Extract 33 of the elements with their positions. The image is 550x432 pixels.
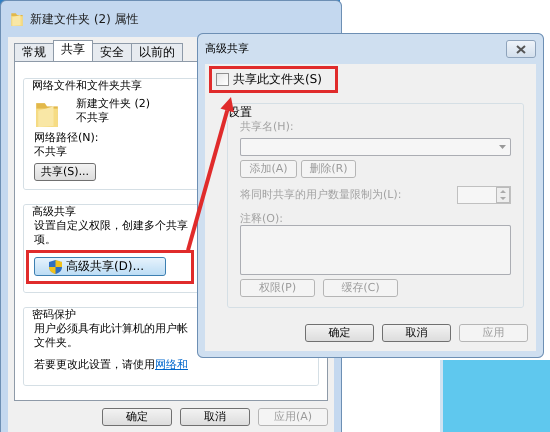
path-value: 不共享 bbox=[34, 144, 68, 158]
checkbox-label: 共享此文件夹(S) bbox=[233, 72, 322, 87]
tab[interactable]: 共享 bbox=[53, 40, 93, 61]
group-heading: 网络文件和文件夹共享 bbox=[30, 79, 144, 93]
tab[interactable]: 以前的 bbox=[131, 43, 183, 61]
field-label: 注释(O): bbox=[240, 212, 284, 226]
path-label: 网络路径(N): bbox=[34, 130, 100, 144]
tab[interactable]: 安全 bbox=[92, 43, 132, 61]
cancel-button[interactable]: 取消 bbox=[382, 324, 451, 342]
field-label: 将同时共享的用户数量限制为(L): bbox=[240, 188, 402, 202]
group-heading: 密码保护 bbox=[30, 308, 78, 322]
description-text: 设置自定义权限，创建多个共享 项。 bbox=[34, 218, 188, 246]
ok-button[interactable]: 确定 bbox=[305, 324, 374, 342]
cancel-button[interactable]: 取消 bbox=[180, 408, 250, 426]
share-status: 不共享 bbox=[76, 110, 110, 124]
folder-icon bbox=[10, 11, 24, 27]
close-icon bbox=[516, 44, 526, 54]
settings-link[interactable]: 网络和 bbox=[155, 358, 188, 372]
ok-button[interactable]: 确定 bbox=[102, 408, 172, 426]
share-button[interactable]: 共享(S)... bbox=[34, 163, 96, 181]
description-text: 用户必须具有此计算机的用户帐 文件夹。 bbox=[34, 322, 188, 350]
close-button[interactable] bbox=[506, 40, 536, 58]
group-heading: 高级共享 bbox=[30, 205, 78, 219]
advanced-sharing-button[interactable]: 高级共享(D)... bbox=[34, 257, 166, 276]
window-title: 高级共享 bbox=[205, 42, 249, 56]
change-settings-text: 若要更改此设置，请使用 bbox=[34, 358, 155, 372]
window-title: 新建文件夹 (2) 属性 bbox=[30, 12, 139, 26]
shield-icon bbox=[49, 260, 62, 274]
field-label: 共享名(H): bbox=[240, 120, 295, 134]
folder-name: 新建文件夹 (2) bbox=[76, 96, 150, 110]
checkbox[interactable] bbox=[216, 73, 229, 86]
tab[interactable]: 常规 bbox=[14, 43, 54, 61]
caret-icon bbox=[499, 144, 506, 149]
